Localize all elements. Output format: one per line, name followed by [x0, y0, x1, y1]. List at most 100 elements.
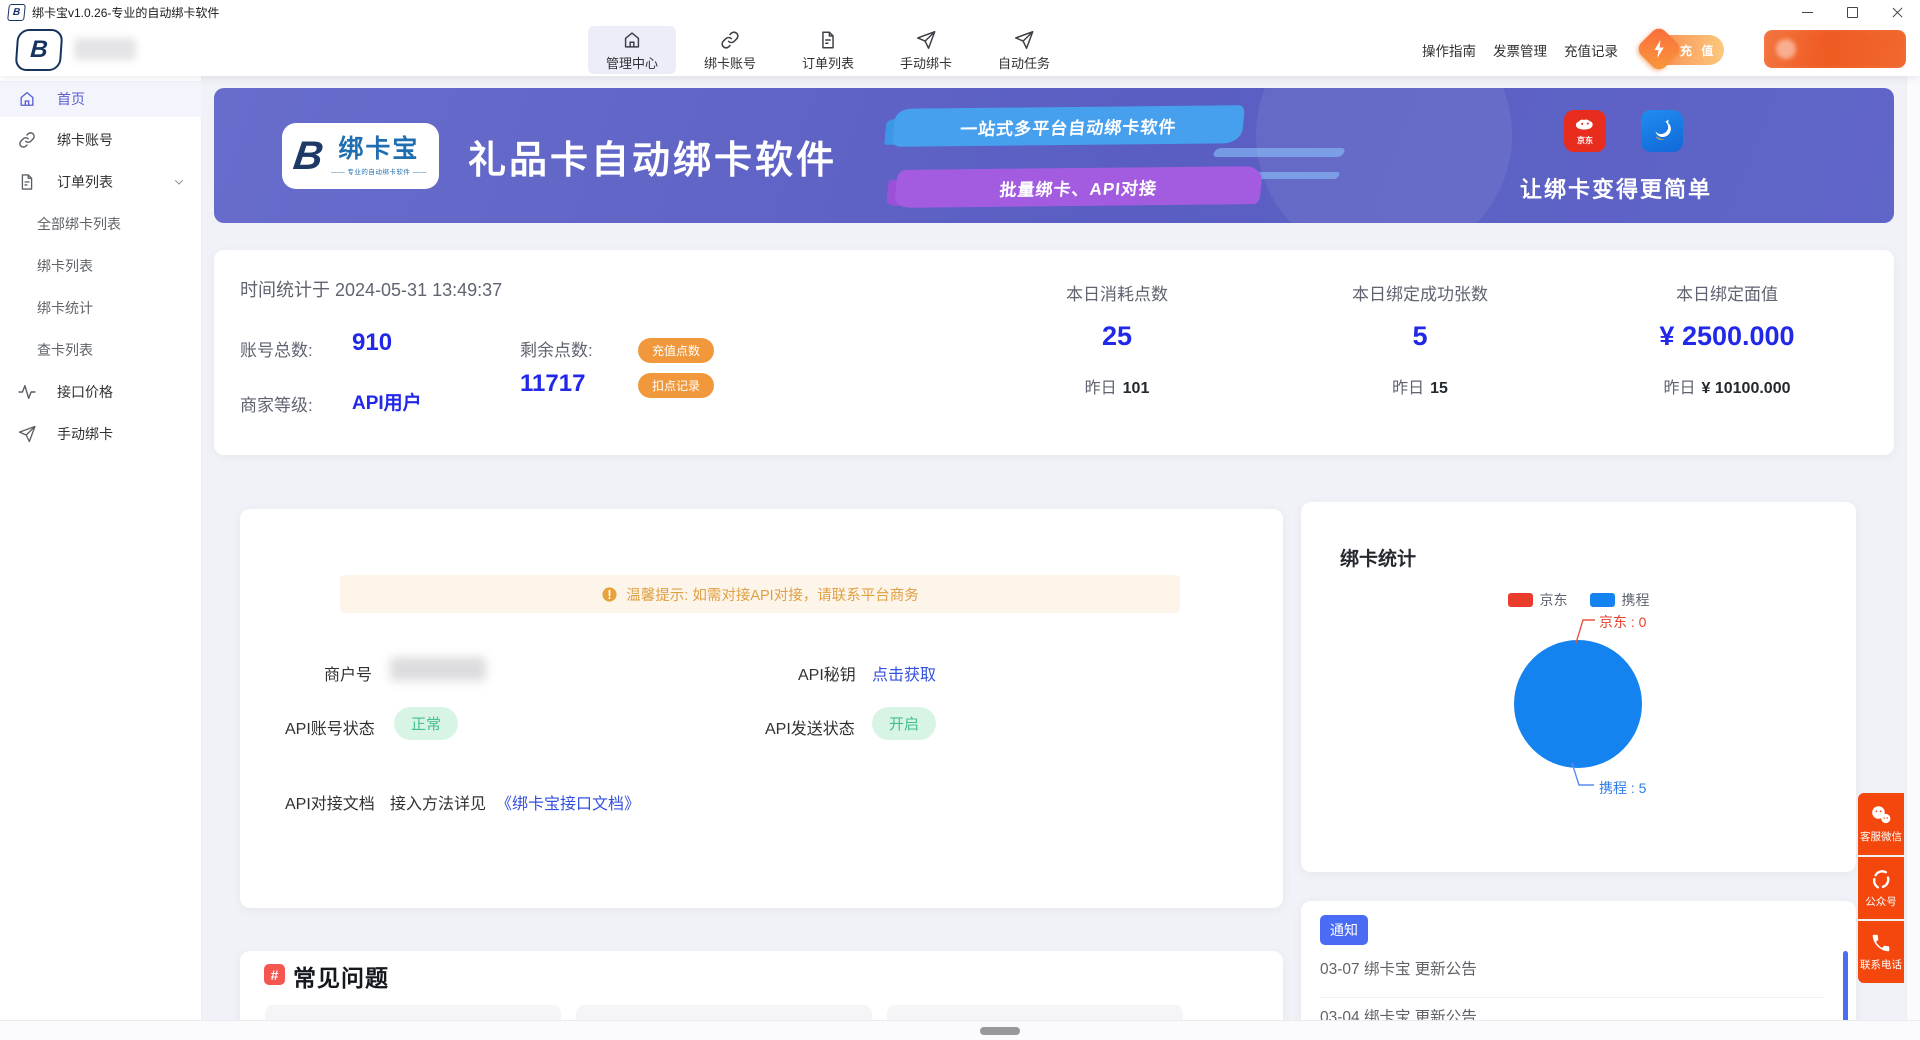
recharge-button[interactable]: 充 值 [1648, 35, 1724, 65]
stat-value: 5 [1290, 321, 1550, 352]
send-icon [915, 29, 937, 51]
activity-icon [17, 382, 37, 402]
api-doc-label: API对接文档 [285, 790, 375, 814]
maximize-button[interactable] [1830, 0, 1875, 24]
lightning-icon [1635, 25, 1683, 73]
header: B 管理中心 绑卡账号 订单列表 手动绑卡 自动任务 [0, 24, 1920, 76]
floating-contact-buttons: 客服微信 公众号 联系电话 [1858, 793, 1904, 985]
link-operation-guide[interactable]: 操作指南 [1422, 40, 1476, 60]
recharge-points-button[interactable]: 充值点数 [638, 338, 714, 363]
sidebar-item-api-price[interactable]: 接口价格 [0, 374, 202, 410]
avatar [1776, 39, 1796, 59]
stat-column-points-used: 本日消耗点数 25 昨日101 [987, 280, 1247, 398]
window-title: 绑卡宝v1.0.26-专业的自动绑卡软件 [32, 4, 219, 21]
merchant-id-value-redacted [390, 657, 486, 681]
api-doc-link[interactable]: 《绑卡宝接口文档》 [496, 790, 640, 814]
official-account-button[interactable]: 公众号 [1858, 857, 1904, 919]
sidebar-item-orders[interactable]: 订单列表 [0, 164, 202, 200]
send-icon [1013, 29, 1035, 51]
sidebar-item-bind-stats[interactable]: 绑卡统计 [0, 290, 202, 326]
bind-stats-chart-card: 绑卡统计 京东 携程 京东 : 0 携程 : 5 [1301, 502, 1856, 872]
send-status-label: API发送状态 [765, 715, 855, 739]
close-button[interactable] [1875, 0, 1920, 24]
sidebar-item-label: 订单列表 [57, 172, 113, 192]
link-recharge-records[interactable]: 充值记录 [1564, 40, 1618, 60]
ctrip-app-icon [1641, 110, 1683, 152]
home-icon [621, 29, 643, 51]
top-nav: 管理中心 绑卡账号 订单列表 手动绑卡 自动任务 [588, 26, 1068, 74]
header-links: 操作指南 发票管理 充值记录 [1422, 24, 1618, 76]
stat-previous: 昨日¥ 10100.000 [1597, 374, 1857, 398]
document-icon [17, 172, 37, 192]
link-icon [719, 29, 741, 51]
brand-logo-icon: B [15, 29, 64, 71]
minimize-button[interactable] [1785, 0, 1830, 24]
nav-item-orders[interactable]: 订单列表 [784, 26, 872, 74]
api-key-get-link[interactable]: 点击获取 [872, 661, 936, 685]
nav-item-manual-bind[interactable]: 手动绑卡 [882, 26, 970, 74]
nav-label: 绑卡账号 [704, 53, 756, 72]
pie-callout-jd: 京东 : 0 [1599, 612, 1646, 632]
account-button-redacted[interactable] [1764, 30, 1906, 68]
merchant-level-label: 商家等级: [240, 391, 313, 416]
floating-button-label: 联系电话 [1860, 957, 1902, 972]
hero-banner: B 绑卡宝 —— 专业的自动绑卡软件 —— 礼品卡自动绑卡软件 一站式多平台自动… [214, 88, 1894, 223]
notice-badge: 通知 [1320, 915, 1368, 945]
sidebar-item-card-check-list[interactable]: 查卡列表 [0, 332, 202, 368]
close-icon [1892, 7, 1903, 18]
logo-text: 绑卡宝 [338, 136, 419, 164]
logo-subtext: —— 专业的自动绑卡软件 —— [331, 166, 427, 176]
notice-divider [1320, 997, 1825, 998]
account-status-label: API账号状态 [285, 715, 375, 739]
ctrip-dolphin-icon [1647, 116, 1677, 146]
sidebar-item-manual-bind[interactable]: 手动绑卡 [0, 416, 202, 452]
vertical-scrollbar-track[interactable] [1906, 76, 1920, 1020]
recharge-label: 充 值 [1680, 42, 1716, 59]
deduction-log-button[interactable]: 扣点记录 [638, 373, 714, 398]
stat-label: 本日绑定成功张数 [1290, 280, 1550, 305]
points-value: 11717 [520, 370, 585, 398]
customer-service-wechat-button[interactable]: 客服微信 [1858, 793, 1904, 855]
sidebar-item-label: 绑卡账号 [57, 130, 113, 150]
sidebar-item-label: 手动绑卡 [57, 424, 113, 444]
floating-button-label: 公众号 [1865, 894, 1897, 909]
horizontal-scrollbar-track [0, 1020, 1920, 1040]
stat-column-face-value: 本日绑定面值 ¥ 2500.000 昨日¥ 10100.000 [1597, 280, 1857, 398]
nav-label: 订单列表 [802, 53, 854, 72]
nav-item-dashboard[interactable]: 管理中心 [588, 26, 676, 74]
nav-item-accounts[interactable]: 绑卡账号 [686, 26, 774, 74]
contact-phone-button[interactable]: 联系电话 [1858, 921, 1904, 983]
jd-app-icon: 京东 [1564, 110, 1606, 152]
horizontal-scrollbar-thumb[interactable] [980, 1027, 1020, 1035]
banner-streak-decoration [1212, 148, 1346, 157]
notice-item[interactable]: 03-07 绑卡宝 更新公告 [1320, 957, 1820, 979]
title-bar: B 绑卡宝v1.0.26-专业的自动绑卡软件 [0, 0, 1920, 24]
account-status-badge: 正常 [394, 707, 458, 740]
minimize-icon [1802, 12, 1813, 13]
sidebar-item-label: 绑卡统计 [37, 298, 93, 318]
send-icon [17, 424, 37, 444]
stats-card: 时间统计于 2024-05-31 13:49:37 账号总数: 910 剩余点数… [214, 250, 1894, 455]
app-logo-icon: B [7, 4, 26, 21]
sidebar-item-label: 首页 [57, 89, 85, 109]
nav-label: 管理中心 [606, 53, 658, 72]
warning-icon [601, 586, 618, 603]
sidebar-item-accounts[interactable]: 绑卡账号 [0, 122, 202, 158]
home-icon [17, 89, 37, 109]
stat-column-cards-bound: 本日绑定成功张数 5 昨日15 [1290, 280, 1550, 398]
api-doc-prefix: 接入方法详见 [390, 790, 486, 814]
points-label: 剩余点数: [520, 336, 593, 361]
nav-item-auto-tasks[interactable]: 自动任务 [980, 26, 1068, 74]
link-icon [17, 130, 37, 150]
sidebar-item-label: 全部绑卡列表 [37, 214, 121, 234]
stat-value: 25 [987, 321, 1247, 352]
banner-badge-purple: 批量绑卡、API对接 [894, 166, 1263, 208]
sidebar-item-bind-list[interactable]: 绑卡列表 [0, 248, 202, 284]
banner-badge-blue: 一站式多平台自动绑卡软件 [892, 105, 1245, 147]
sidebar-item-all-bind-list[interactable]: 全部绑卡列表 [0, 206, 202, 242]
account-total-label: 账号总数: [240, 336, 313, 361]
sidebar-item-home[interactable]: 首页 [0, 81, 202, 117]
link-invoice-management[interactable]: 发票管理 [1493, 40, 1547, 60]
official-account-icon [1869, 867, 1893, 891]
stat-label: 本日绑定面值 [1597, 280, 1857, 305]
